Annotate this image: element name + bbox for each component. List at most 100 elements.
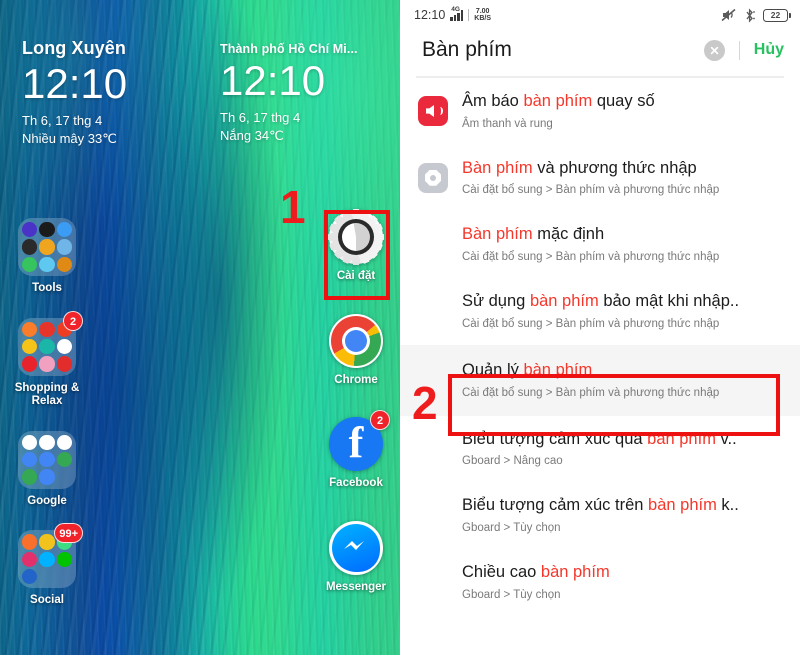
data-rate-value: 7.00 (475, 7, 490, 15)
result-icon-placeholder (418, 296, 448, 326)
status-bar-clock: 12:10 (414, 8, 446, 22)
clock-time: 12:10 (22, 60, 128, 107)
annotation-step-2-box (448, 374, 780, 436)
folder-social[interactable]: 99+ Social (12, 523, 83, 608)
notification-badge: 2 (370, 410, 390, 431)
search-result-row[interactable]: Bàn phím và phương thức nhập Cài đặt bổ … (400, 145, 800, 212)
mini-app-icon (39, 239, 55, 255)
app-label: Facebook (329, 477, 383, 490)
mini-app-icon (22, 239, 38, 255)
mini-app-icon (22, 356, 38, 372)
result-icon-placeholder (418, 567, 448, 597)
search-result-row[interactable]: Chiều cao bàn phím Gboard > Tùy chọn (400, 549, 800, 616)
close-icon[interactable] (703, 39, 725, 61)
mini-app-icon (22, 222, 38, 238)
config-icon (418, 162, 448, 193)
result-text: Chiều cao bàn phím Gboard > Tùy chọn (462, 562, 786, 603)
mini-app-icon (56, 239, 73, 255)
mini-app-icon (56, 434, 73, 451)
result-text: Biểu tượng cảm xúc trên bàn phím k.. Gbo… (462, 495, 786, 536)
search-result-row[interactable]: Bàn phím mặc định Cài đặt bổ sung > Bàn … (400, 211, 800, 278)
folder-shopping-relax[interactable]: 2 Shopping & Relax (12, 310, 83, 409)
mini-app-icon (39, 338, 55, 355)
folder-icon-grid (18, 218, 76, 276)
battery-indicator: 22 (763, 8, 791, 22)
mini-app-icon (39, 452, 55, 468)
app-label: Messenger (325, 580, 387, 593)
app-label: Tools (32, 282, 62, 294)
result-icon-placeholder (418, 500, 448, 530)
clock-widget-primary[interactable]: Long Xuyên 12:10 Th 6, 17 thg 4 Nhiều mâ… (0, 38, 202, 147)
mini-app-icon (39, 356, 55, 372)
app-label: Chrome (334, 373, 378, 386)
mini-app-icon (39, 321, 55, 337)
folder-icon-grid: 2 (18, 310, 83, 376)
clock-city-label: Long Xuyên (22, 38, 126, 58)
mini-app-icon (56, 256, 73, 273)
messenger-icon (329, 520, 383, 575)
search-results-list: Âm báo bàn phím quay số Âm thanh và rung… (400, 78, 800, 616)
result-breadcrumb: Gboard > Tùy chọn (462, 588, 561, 601)
result-title: Âm báo bàn phím quay số (462, 92, 655, 110)
speaker-icon (418, 96, 448, 126)
search-input[interactable]: Bàn phím (422, 38, 694, 62)
result-text: Bàn phím và phương thức nhập Cài đặt bổ … (462, 158, 786, 199)
app-chrome[interactable]: Chrome (318, 313, 394, 388)
mini-app-icon (22, 452, 38, 468)
result-title: Bàn phím mặc định (462, 225, 605, 244)
clock-widget-secondary[interactable]: Thành phố Hồ Chí Mi... 12:10 Th 6, 17 th… (202, 38, 400, 147)
search-result-row[interactable]: Sử dụng bàn phím bảo mật khi nhập.. Cài … (400, 278, 800, 345)
mini-app-icon (39, 256, 55, 273)
messenger-bolt-icon (344, 540, 364, 550)
search-result-row[interactable]: Biểu tượng cảm xúc trên bàn phím k.. Gbo… (400, 482, 800, 549)
clock-city-label-secondary: Thành phố Hồ Chí Mi... (220, 42, 358, 56)
annotation-step-1-box (324, 210, 390, 300)
annotation-step-1-number: 1 (280, 181, 306, 233)
clock-weather: Nhiều mây 33℃ (22, 130, 117, 146)
mini-app-icon (39, 534, 55, 550)
folder-google[interactable]: Google (12, 430, 82, 509)
app-label: Shopping & Relax (14, 381, 80, 408)
settings-search-screen: 12:10 4G 7.00 KB/S 22 Bàn phím Hủy Âm bá… (400, 0, 800, 655)
folder-tools[interactable]: Tools (12, 218, 82, 296)
dual-clock-widget: Long Xuyên 12:10 Th 6, 17 thg 4 Nhiều mâ… (0, 38, 400, 147)
folder-icon-grid (18, 430, 76, 489)
result-text: Sử dụng bàn phím bảo mật khi nhập.. Cài … (462, 291, 786, 332)
chrome-icon (329, 313, 383, 368)
annotation-step-2-number: 2 (412, 377, 438, 429)
mini-app-icon (39, 434, 55, 451)
mini-app-icon (22, 338, 38, 355)
result-breadcrumb: Gboard > Nâng cao (462, 455, 563, 468)
result-title: Bàn phím và phương thức nhập (462, 158, 697, 177)
mini-app-icon (56, 356, 73, 372)
status-divider (468, 9, 470, 21)
mini-app-icon (22, 256, 38, 273)
cancel-button[interactable]: Hủy (754, 41, 784, 59)
result-text: Âm báo bàn phím quay số Âm thanh và rung (462, 91, 786, 132)
result-breadcrumb: Âm thanh và rung (462, 117, 553, 130)
notification-badge: 99+ (54, 523, 83, 544)
search-divider (738, 40, 740, 60)
status-bar-left: 12:10 4G 7.00 KB/S (414, 6, 491, 23)
mini-app-icon (22, 551, 38, 567)
search-bar[interactable]: Bàn phím Hủy (400, 30, 800, 76)
result-icon-placeholder (418, 434, 448, 464)
app-messenger[interactable]: Messenger (318, 520, 394, 595)
mini-app-icon (56, 222, 73, 238)
mini-app-icon (22, 469, 38, 485)
result-breadcrumb: Cài đặt bổ sung > Bàn phím và phương thứ… (462, 184, 720, 197)
result-breadcrumb: Cài đặt bổ sung > Bàn phím và phương thứ… (462, 317, 720, 330)
phone-home-screen: Long Xuyên 12:10 Th 6, 17 thg 4 Nhiều mâ… (0, 0, 400, 655)
clock-date: Th 6, 17 thg 4 (22, 112, 103, 128)
result-breadcrumb: Gboard > Tùy chọn (462, 521, 561, 534)
result-title: Biểu tượng cảm xúc trên bàn phím k.. (462, 496, 739, 515)
app-facebook[interactable]: f 2 Facebook (318, 410, 394, 491)
clock-date-secondary: Th 6, 17 thg 4 (220, 109, 301, 125)
result-breadcrumb: Cài đặt bổ sung > Bàn phím và phương thứ… (462, 251, 720, 264)
mini-app-icon (22, 534, 38, 550)
folder-icon-grid: 99+ (18, 523, 83, 589)
mini-app-icon (39, 222, 55, 238)
mini-app-icon (56, 452, 73, 468)
clock-weather-secondary: Nắng 34℃ (220, 127, 284, 143)
search-result-row[interactable]: Âm báo bàn phím quay số Âm thanh và rung (400, 78, 800, 145)
